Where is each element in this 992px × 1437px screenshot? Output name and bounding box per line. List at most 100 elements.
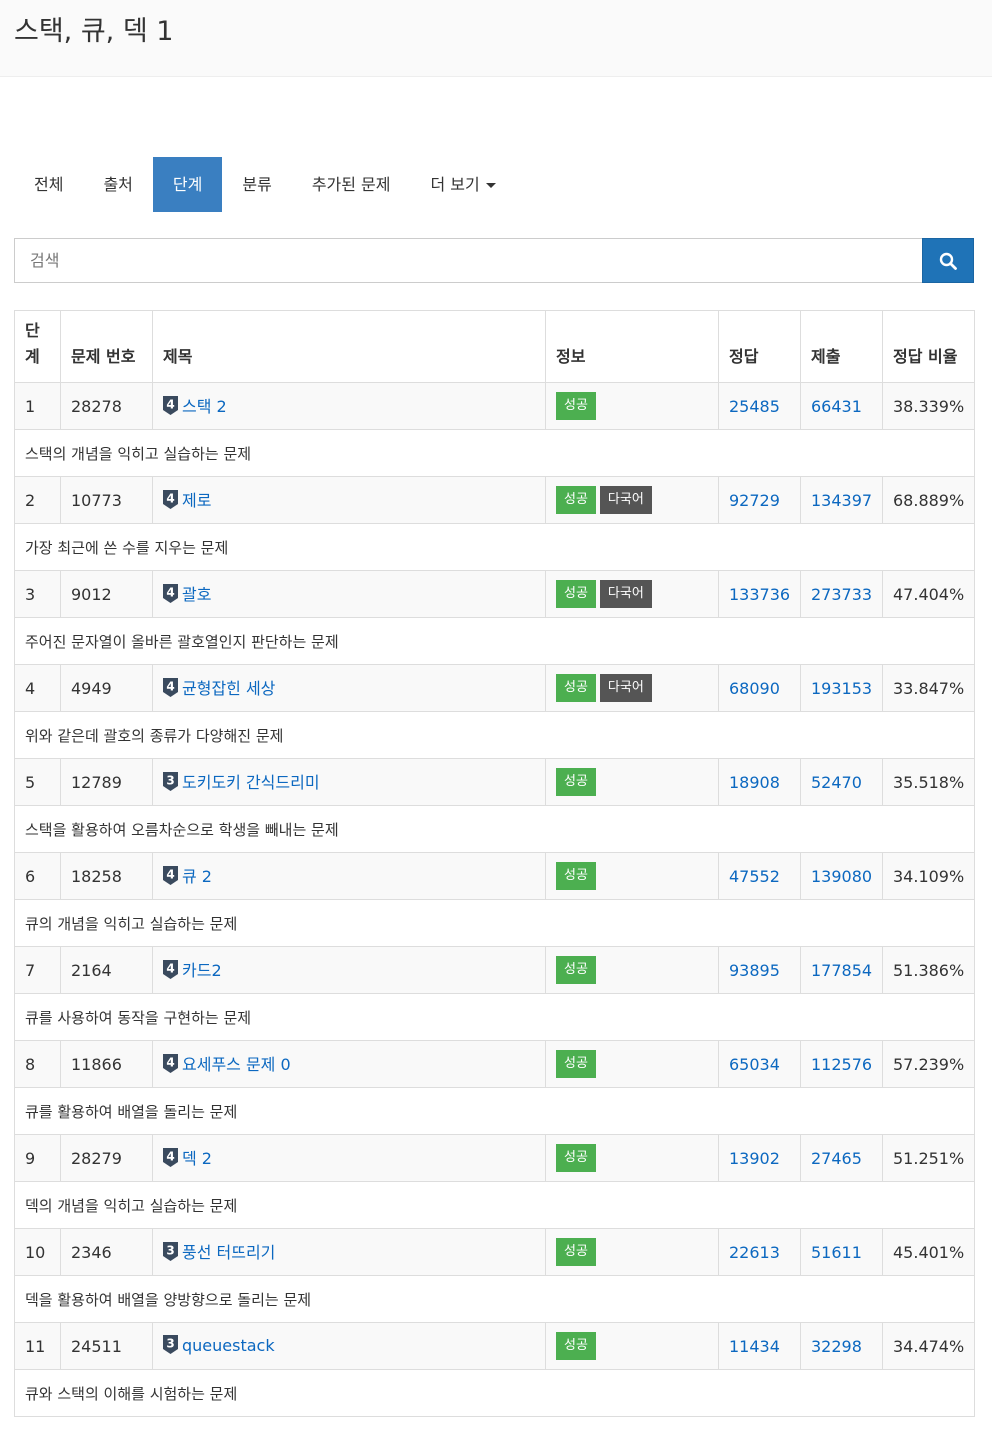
submit-count-link[interactable]: 27465 — [811, 1149, 862, 1168]
success-badge[interactable]: 성공 — [556, 862, 596, 890]
submit-count-link[interactable]: 52470 — [811, 773, 862, 792]
correct-count-link[interactable]: 25485 — [729, 397, 780, 416]
cell-info: 성공 — [545, 1322, 719, 1370]
tier-badge-icon: 4 — [163, 396, 178, 419]
cell-info: 성공 — [545, 1040, 719, 1088]
problem-title-link[interactable]: 스택 2 — [182, 397, 227, 416]
tier-badge-icon: 4 — [163, 1054, 178, 1077]
submit-count-link[interactable]: 51611 — [811, 1243, 862, 1262]
success-badge[interactable]: 성공 — [556, 1050, 596, 1078]
table-row: 5 12789 3 도키도키 간식드리미 성공 18908 52470 35.518% — [14, 758, 975, 806]
correct-count-link[interactable]: 18908 — [729, 773, 780, 792]
cell-ratio: 34.474% — [882, 1322, 975, 1370]
page-title: 스택, 큐, 덱 1 — [14, 16, 174, 47]
correct-count-link[interactable]: 68090 — [729, 679, 780, 698]
problem-title-link[interactable]: 균형잡힌 세상 — [182, 679, 275, 698]
table-row-description: 큐의 개념을 익히고 실습하는 문제 — [14, 899, 975, 947]
tab-all[interactable]: 전체 — [14, 157, 83, 212]
cell-correct: 65034 — [718, 1040, 801, 1088]
cell-problem-id: 28279 — [60, 1134, 153, 1182]
tab-category[interactable]: 분류 — [222, 157, 291, 212]
problem-title-link[interactable]: 요세푸스 문제 0 — [182, 1055, 291, 1074]
submit-count-link[interactable]: 177854 — [811, 961, 872, 980]
header-submit: 제출 — [800, 310, 883, 383]
problem-title-link[interactable]: 풍선 터뜨리기 — [182, 1243, 275, 1262]
correct-count-link[interactable]: 22613 — [729, 1243, 780, 1262]
success-badge[interactable]: 성공 — [556, 392, 596, 420]
correct-count-link[interactable]: 93895 — [729, 961, 780, 980]
tab-source[interactable]: 출처 — [83, 157, 152, 212]
tier-badge-icon: 3 — [163, 1334, 178, 1358]
problem-description: 큐를 사용하여 동작을 구현하는 문제 — [14, 993, 975, 1041]
cell-info: 성공 — [545, 758, 719, 806]
problem-title-link[interactable]: 카드2 — [182, 961, 222, 980]
correct-count-link[interactable]: 65034 — [729, 1055, 780, 1074]
success-badge[interactable]: 성공 — [556, 1238, 596, 1266]
problem-description: 스택을 활용하여 오름차순으로 학생을 빼내는 문제 — [14, 805, 975, 853]
problem-description: 위와 같은데 괄호의 종류가 다양해진 문제 — [14, 711, 975, 759]
success-badge[interactable]: 성공 — [556, 768, 596, 796]
svg-text:3: 3 — [166, 1336, 174, 1350]
problem-title-link[interactable]: 괄호 — [182, 585, 211, 604]
submit-count-link[interactable]: 134397 — [811, 491, 872, 510]
correct-count-link[interactable]: 92729 — [729, 491, 780, 510]
success-badge[interactable]: 성공 — [556, 956, 596, 984]
search-input[interactable] — [14, 238, 922, 283]
correct-count-link[interactable]: 133736 — [729, 585, 790, 604]
svg-text:3: 3 — [166, 1244, 174, 1258]
cell-title: 4 균형잡힌 세상 — [152, 664, 546, 712]
problem-title-link[interactable]: 덱 2 — [182, 1149, 212, 1168]
cell-title: 4 제로 — [152, 476, 546, 524]
cell-level: 8 — [14, 1040, 61, 1088]
cell-level: 6 — [14, 852, 61, 900]
correct-count-link[interactable]: 13902 — [729, 1149, 780, 1168]
multilingual-badge[interactable]: 다국어 — [599, 486, 652, 514]
submit-count-link[interactable]: 193153 — [811, 679, 872, 698]
problem-description: 주어진 문자열이 올바른 괄호열인지 판단하는 문제 — [14, 617, 975, 665]
problem-title-link[interactable]: 큐 2 — [182, 867, 212, 886]
correct-count-link[interactable]: 47552 — [729, 867, 780, 886]
cell-correct: 11434 — [718, 1322, 801, 1370]
cell-info: 성공 — [545, 852, 719, 900]
table-row: 11 24511 3 queuestack 성공 11434 32298 34.474% — [14, 1322, 975, 1370]
submit-count-link[interactable]: 32298 — [811, 1337, 862, 1356]
correct-count-link[interactable]: 11434 — [729, 1337, 780, 1356]
problem-description: 가장 최근에 쓴 수를 지우는 문제 — [14, 523, 975, 571]
success-badge[interactable]: 성공 — [556, 1144, 596, 1172]
success-badge[interactable]: 성공 — [556, 1332, 596, 1360]
submit-count-link[interactable]: 273733 — [811, 585, 872, 604]
cell-submit: 52470 — [800, 758, 883, 806]
cell-submit: 66431 — [800, 382, 883, 430]
multilingual-badge[interactable]: 다국어 — [599, 580, 652, 608]
cell-info: 성공 다국어 — [545, 570, 719, 618]
cell-ratio: 38.339% — [882, 382, 975, 430]
table-header-row: 단계 문제 번호 제목 정보 정답 제출 정답 비율 — [14, 310, 975, 383]
tab-level[interactable]: 단계 — [152, 157, 223, 212]
table-row: 10 2346 3 풍선 터뜨리기 성공 22613 51611 45.401% — [14, 1228, 975, 1276]
problem-title-link[interactable]: 제로 — [182, 491, 211, 510]
tab-added-problems[interactable]: 추가된 문제 — [292, 157, 411, 212]
tab-more-dropdown[interactable]: 더 보기 — [411, 157, 516, 212]
svg-text:4: 4 — [166, 398, 174, 412]
cell-submit: 51611 — [800, 1228, 883, 1276]
multilingual-badge[interactable]: 다국어 — [599, 674, 652, 702]
tier-badge-icon: 3 — [163, 772, 178, 795]
success-badge[interactable]: 성공 — [556, 580, 596, 608]
tier-badge-icon: 4 — [163, 678, 178, 701]
table-body: 1 28278 4 스택 2 성공 25485 66431 38.339% 스택의 개념을 익히… — [14, 382, 975, 1417]
cell-title: 4 괄호 — [152, 570, 546, 618]
problem-title-link[interactable]: 도키도키 간식드리미 — [182, 773, 320, 792]
submit-count-link[interactable]: 112576 — [811, 1055, 872, 1074]
success-badge[interactable]: 성공 — [556, 674, 596, 702]
submit-count-link[interactable]: 139080 — [811, 867, 872, 886]
tier-badge-icon: 4 — [163, 490, 178, 513]
cell-correct: 18908 — [718, 758, 801, 806]
search-bar — [14, 238, 974, 283]
problem-title-link[interactable]: queuestack — [182, 1336, 275, 1355]
success-badge[interactable]: 성공 — [556, 486, 596, 514]
table-row-description: 스택을 활용하여 오름차순으로 학생을 빼내는 문제 — [14, 805, 975, 853]
submit-count-link[interactable]: 66431 — [811, 397, 862, 416]
search-button[interactable] — [922, 238, 974, 283]
cell-info: 성공 다국어 — [545, 476, 719, 524]
tier-badge-icon: 4 — [163, 960, 178, 983]
